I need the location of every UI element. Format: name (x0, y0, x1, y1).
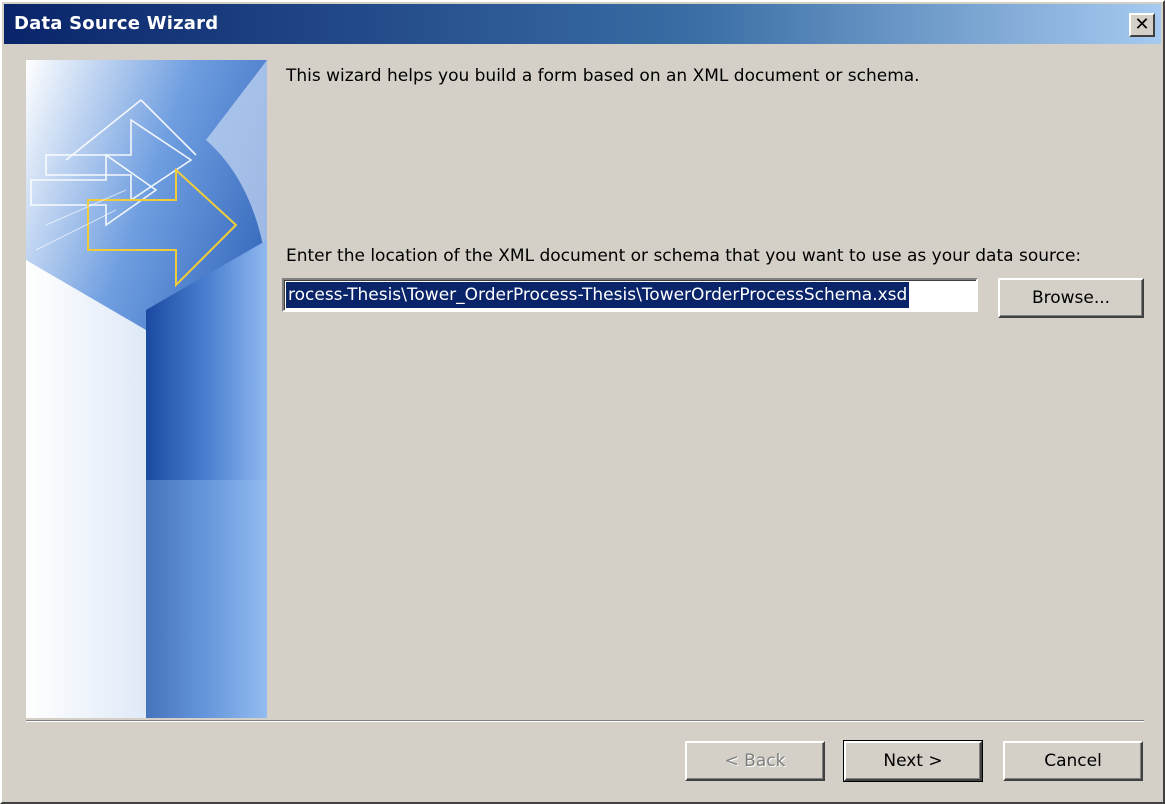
window-title: Data Source Wizard (14, 13, 219, 34)
cancel-button[interactable]: Cancel (1003, 741, 1143, 781)
footer-separator (26, 720, 1144, 722)
data-source-path-input[interactable]: rocess-Thesis\Tower_OrderProcess-Thesis\… (282, 278, 978, 312)
intro-text: This wizard helps you build a form based… (286, 66, 920, 86)
data-source-wizard-dialog: Data Source Wizard ✕ This wizard helps y… (0, 0, 1165, 804)
close-button[interactable]: ✕ (1129, 13, 1155, 37)
data-source-prompt: Enter the location of the XML document o… (286, 246, 1082, 266)
path-input-selected-text: rocess-Thesis\Tower_OrderProcess-Thesis\… (286, 282, 910, 308)
banner-arrows-icon (26, 60, 267, 718)
wizard-banner-image (26, 60, 267, 718)
browse-button[interactable]: Browse... (998, 278, 1144, 318)
back-button[interactable]: < Back (685, 741, 825, 781)
close-icon: ✕ (1134, 14, 1150, 35)
title-bar: Data Source Wizard ✕ (4, 4, 1161, 44)
next-button[interactable]: Next > (843, 740, 983, 782)
